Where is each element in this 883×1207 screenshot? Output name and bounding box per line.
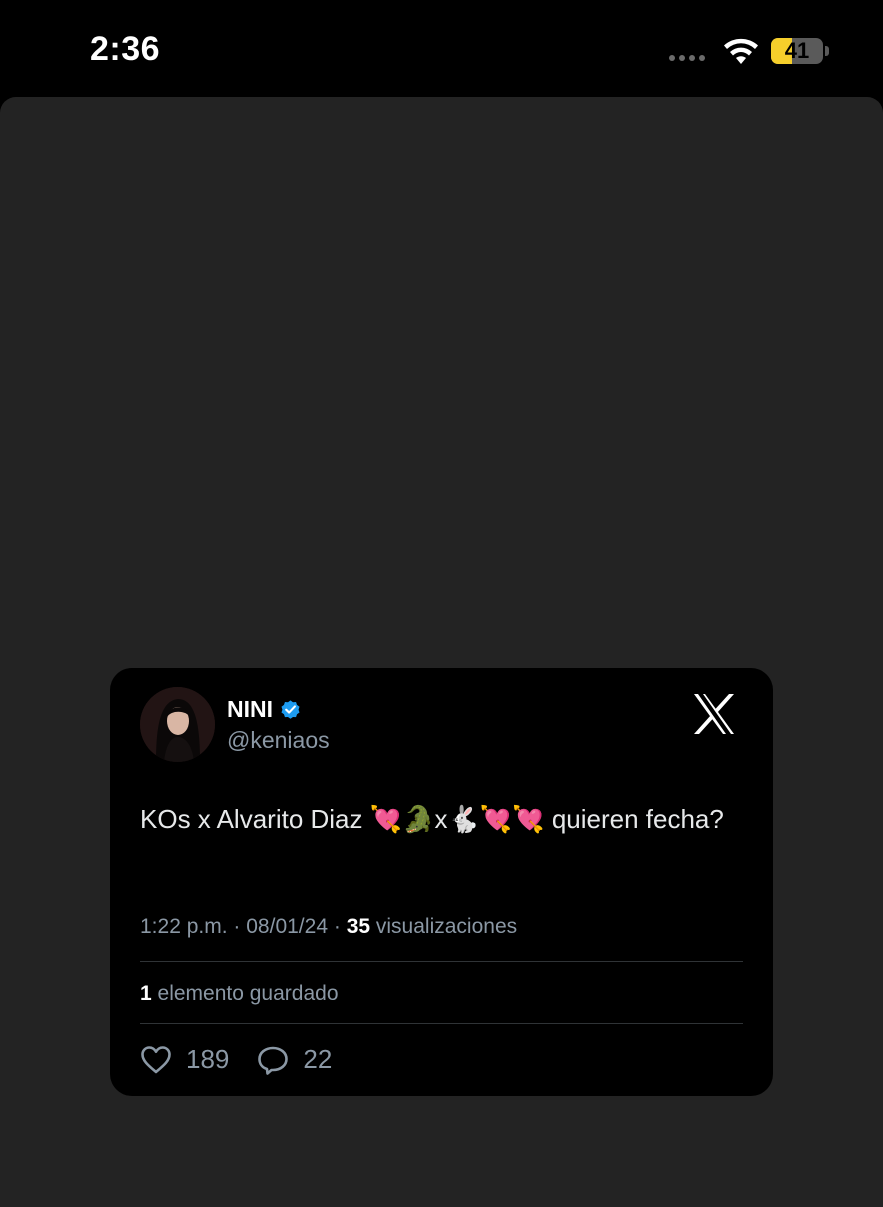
author-row[interactable]: NINI: [227, 696, 302, 723]
reply-button[interactable]: 22: [257, 1044, 332, 1075]
tweet-date: 08/01/24: [246, 915, 328, 938]
display-name[interactable]: NINI: [227, 696, 273, 723]
divider: [140, 961, 743, 962]
saved-label: elemento guardado: [157, 982, 339, 1005]
views-count: 35: [346, 915, 371, 938]
tweet-card[interactable]: NINI @keniaos KOs x Alvarito Diaz 💘🐊x🐇💘💘…: [110, 668, 773, 1096]
views-label: visualizaciones: [375, 915, 518, 938]
saved-count: 1: [140, 982, 152, 1005]
handle[interactable]: @keniaos: [227, 727, 330, 754]
heart-icon: [141, 1045, 171, 1073]
like-count: 189: [186, 1044, 230, 1074]
cellular-signal-icon: [669, 55, 705, 61]
meta-separator: ·: [233, 915, 241, 938]
action-bar: 189 22: [140, 1044, 360, 1075]
wifi-icon: [724, 38, 758, 64]
battery-level: 41: [784, 38, 810, 63]
saved-row[interactable]: 1 elemento guardado: [140, 982, 339, 1006]
tweet-time: 1:22 p.m.: [140, 915, 228, 938]
status-time: 2:36: [90, 30, 161, 68]
like-button[interactable]: 189: [140, 1044, 229, 1075]
reply-count: 22: [303, 1044, 333, 1074]
avatar[interactable]: [140, 687, 215, 762]
avatar-image: [140, 687, 215, 762]
battery-cap: [825, 46, 829, 56]
divider: [140, 1023, 743, 1024]
verified-badge-icon: [281, 700, 300, 719]
meta-separator-2: ·: [333, 915, 341, 938]
reply-bubble-icon: [258, 1046, 289, 1075]
battery-icon: 41: [771, 38, 823, 64]
x-logo-icon[interactable]: [690, 690, 738, 738]
tweet-text: KOs x Alvarito Diaz 💘🐊x🐇💘💘 quieren fecha…: [140, 804, 724, 834]
status-bar: 2:36 41: [0, 0, 883, 97]
tweet-meta: 1:22 p.m. · 08/01/24 · 35 visualizacione…: [140, 915, 517, 939]
